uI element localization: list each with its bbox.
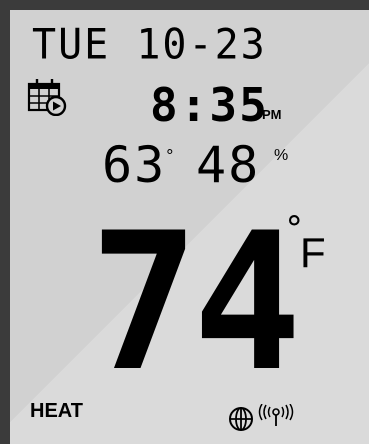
- date-readout: TUE 10-23: [32, 20, 267, 70]
- humidity-readout: 48: [196, 136, 261, 194]
- humidity-percent-symbol: %: [274, 147, 289, 164]
- temperature-unit: F: [300, 229, 326, 276]
- ampm-indicator: PM: [262, 107, 282, 122]
- globe-icon: [229, 407, 253, 431]
- mode-indicator: HEAT: [30, 400, 83, 422]
- time-readout: 8:35: [150, 78, 269, 132]
- lcd-screen: TUE 10-23 8:35 PM 63 ° 48 % 74 ° F HEAT: [10, 10, 369, 444]
- outdoor-temperature: 63: [102, 136, 167, 194]
- outdoor-degree-symbol: °: [165, 146, 175, 165]
- calendar-play-icon: [27, 79, 67, 116]
- wireless-signal-icon: [258, 404, 294, 426]
- set-temperature: 74: [90, 192, 302, 413]
